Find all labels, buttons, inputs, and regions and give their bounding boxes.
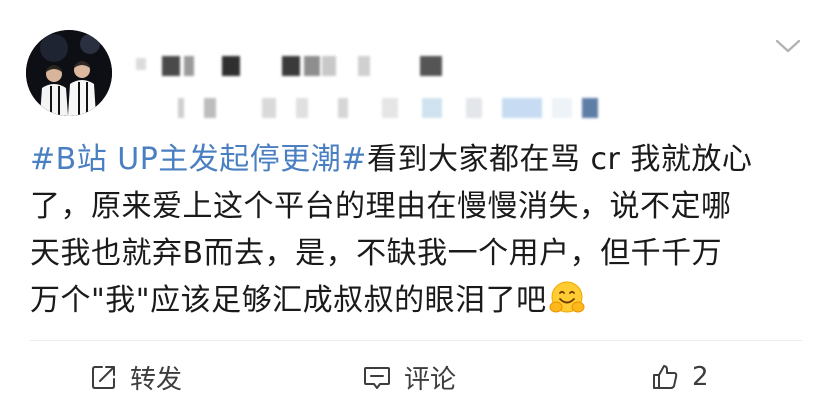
- repost-button[interactable]: 转发: [90, 352, 182, 402]
- post-text: #B站 UP主发起停更潮#看到大家都在骂 cr 我就放心了，原来爱上这个平台的理…: [30, 136, 800, 324]
- post-text-line-3: 天我也就弃B而去，是，不缺我一个用户，但千千万: [30, 236, 723, 271]
- hugging-face-emoji: [549, 280, 585, 316]
- weibo-post-card: #B站 UP主发起停更潮#看到大家都在骂 cr 我就放心了，原来爱上这个平台的理…: [0, 0, 828, 409]
- action-bar: 转发 评论 2: [0, 352, 828, 402]
- user-avatar[interactable]: [26, 30, 112, 116]
- comment-label: 评论: [404, 364, 457, 395]
- divider: [30, 340, 802, 341]
- more-menu-button[interactable]: [774, 36, 802, 56]
- share-icon: [92, 366, 115, 389]
- repost-label: 转发: [130, 364, 183, 395]
- like-button[interactable]: 2: [650, 352, 709, 402]
- post-text-line-2: 了，原来爱上这个平台的理由在慢慢消失，说不定哪: [30, 189, 732, 224]
- hashtag-link[interactable]: #B站 UP主发起停更潮#: [30, 142, 367, 177]
- like-count: 2: [692, 362, 709, 392]
- comment-icon: [364, 367, 390, 389]
- avatar-photo: [26, 30, 112, 116]
- comment-button[interactable]: 评论: [362, 352, 456, 402]
- chevron-down-icon: [775, 39, 801, 53]
- thumbs-up-icon: [653, 365, 678, 389]
- post-text-line-4: 万个"我"应该足够汇成叔叔的眼泪了吧: [30, 283, 547, 318]
- post-text-line-1: 看到大家都在骂 cr 我就放心: [366, 142, 753, 177]
